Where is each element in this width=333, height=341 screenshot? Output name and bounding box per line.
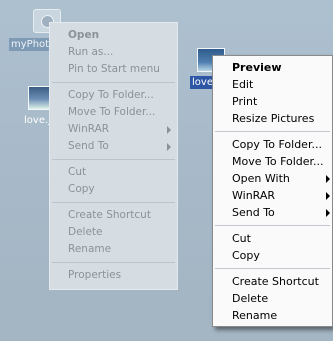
menu-item-rename[interactable]: Rename bbox=[50, 241, 177, 258]
menu-item-run-as[interactable]: Run as... bbox=[50, 44, 177, 61]
menu-item-properties[interactable]: Properties bbox=[50, 267, 177, 284]
menu-separator bbox=[52, 82, 175, 83]
menu-item-create-shortcut[interactable]: Create Shortcut bbox=[50, 207, 177, 224]
menu-item-open-with[interactable]: Open With bbox=[213, 170, 332, 187]
menu-separator bbox=[215, 268, 330, 269]
menu-item-copy-to-folder[interactable]: Copy To Folder... bbox=[50, 87, 177, 104]
menu-item-delete[interactable]: Delete bbox=[213, 290, 332, 307]
menu-item-open[interactable]: Open bbox=[50, 27, 177, 44]
menu-separator bbox=[215, 225, 330, 226]
submenu-arrow-icon bbox=[326, 175, 330, 183]
menu-item-winrar-label: WinRAR bbox=[68, 123, 110, 135]
menu-item-open-with-label: Open With bbox=[232, 172, 290, 185]
menu-item-send-to[interactable]: Send To bbox=[50, 138, 177, 155]
faded-context-menu: Open Run as... Pin to Start menu Copy To… bbox=[49, 22, 178, 290]
menu-item-cut[interactable]: Cut bbox=[213, 230, 332, 247]
menu-item-move-to-folder[interactable]: Move To Folder... bbox=[213, 153, 332, 170]
menu-item-preview[interactable]: Preview bbox=[213, 59, 332, 76]
menu-item-resize-pictures[interactable]: Resize Pictures bbox=[213, 110, 332, 127]
menu-item-winrar[interactable]: WinRAR bbox=[213, 187, 332, 204]
submenu-arrow-icon bbox=[167, 126, 171, 134]
menu-item-send-to-label: Send To bbox=[68, 140, 109, 152]
menu-item-winrar[interactable]: WinRAR bbox=[50, 121, 177, 138]
menu-item-copy[interactable]: Copy bbox=[213, 247, 332, 264]
menu-separator bbox=[215, 131, 330, 132]
menu-item-send-to[interactable]: Send To bbox=[213, 204, 332, 221]
menu-item-copy-to-folder[interactable]: Copy To Folder... bbox=[213, 136, 332, 153]
context-menu: Preview Edit Print Resize Pictures Copy … bbox=[212, 55, 333, 327]
menu-item-pin-start[interactable]: Pin to Start menu bbox=[50, 61, 177, 78]
submenu-arrow-icon bbox=[167, 143, 171, 151]
menu-item-delete[interactable]: Delete bbox=[50, 224, 177, 241]
menu-item-winrar-label: WinRAR bbox=[232, 189, 276, 202]
menu-item-copy[interactable]: Copy bbox=[50, 181, 177, 198]
menu-item-create-shortcut[interactable]: Create Shortcut bbox=[213, 273, 332, 290]
menu-separator bbox=[52, 159, 175, 160]
menu-item-move-to-folder[interactable]: Move To Folder... bbox=[50, 104, 177, 121]
submenu-arrow-icon bbox=[326, 192, 330, 200]
menu-separator bbox=[52, 202, 175, 203]
submenu-arrow-icon bbox=[326, 209, 330, 217]
menu-item-print[interactable]: Print bbox=[213, 93, 332, 110]
menu-separator bbox=[52, 262, 175, 263]
menu-item-send-to-label: Send To bbox=[232, 206, 275, 219]
menu-item-cut[interactable]: Cut bbox=[50, 164, 177, 181]
menu-item-edit[interactable]: Edit bbox=[213, 76, 332, 93]
menu-item-rename[interactable]: Rename bbox=[213, 307, 332, 324]
